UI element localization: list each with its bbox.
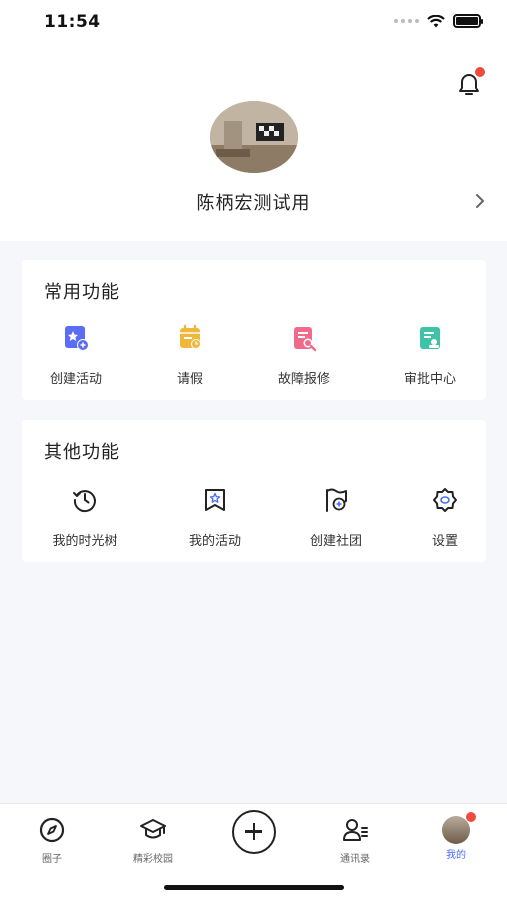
settings-icon	[433, 488, 457, 512]
item-label: 审批中心	[403, 372, 456, 387]
my-activity-icon	[205, 489, 225, 511]
create-club-icon	[326, 488, 347, 512]
create-activity-icon	[65, 326, 89, 351]
time-tree-icon	[73, 490, 96, 513]
create-club-button[interactable]: 创建社团	[286, 486, 386, 549]
tab-badge	[466, 812, 476, 822]
battery-icon	[453, 14, 483, 28]
tab-mine[interactable]: 我的	[416, 812, 496, 861]
status-time: 11:54	[44, 12, 101, 32]
add-button[interactable]	[232, 810, 276, 854]
my-activity-button[interactable]: 我的活动	[165, 486, 265, 549]
item-label: 故障报修	[277, 372, 330, 387]
card-title: 常用功能	[44, 282, 120, 303]
contacts-icon	[343, 819, 368, 841]
other-functions-card: 其他功能 我的时光树 我的活动 创建社团 设置	[22, 420, 486, 562]
repair-report-icon	[294, 327, 317, 352]
card-title: 其他功能	[44, 442, 120, 463]
common-functions-card: 常用功能 创建活动 请假 故障报修 审批中心	[22, 260, 486, 400]
notification-button[interactable]	[455, 67, 485, 98]
tab-campus[interactable]: 精彩校园	[113, 816, 193, 865]
tab-circle[interactable]: 圈子	[12, 816, 92, 865]
avatar-photo	[210, 101, 298, 173]
approval-center-icon	[420, 327, 440, 349]
leave-request-button[interactable]: 请假	[140, 324, 240, 387]
item-label: 我的活动	[188, 534, 241, 549]
tab-label: 圈子	[42, 854, 62, 865]
tab-label: 我的	[446, 850, 466, 861]
graduation-cap-icon	[140, 819, 166, 839]
tab-label: 通讯录	[340, 854, 370, 865]
approval-center-button[interactable]: 审批中心	[380, 324, 480, 387]
compass-icon	[39, 817, 65, 843]
time-tree-button[interactable]: 我的时光树	[35, 486, 135, 549]
avatar[interactable]	[210, 101, 298, 173]
chevron-right-icon[interactable]	[473, 192, 487, 210]
home-indicator	[164, 885, 344, 890]
leave-request-icon	[180, 324, 201, 349]
status-bar: 11:54	[0, 0, 507, 44]
item-label: 我的时光树	[52, 534, 118, 549]
item-label: 设置	[431, 534, 458, 549]
tab-contacts[interactable]: 通讯录	[315, 816, 395, 865]
repair-report-button[interactable]: 故障报修	[254, 324, 354, 387]
settings-button[interactable]: 设置	[395, 486, 495, 549]
status-indicators	[394, 14, 483, 28]
profile-header: 陈柄宏测试用	[0, 44, 507, 241]
notification-badge	[475, 67, 485, 77]
username[interactable]: 陈柄宏测试用	[0, 189, 507, 215]
avatar-icon	[442, 812, 476, 844]
signal-icon	[394, 19, 419, 23]
tab-label: 精彩校园	[133, 854, 173, 865]
item-label: 创建活动	[49, 372, 102, 387]
create-activity-button[interactable]: 创建活动	[26, 324, 126, 387]
item-label: 请假	[176, 372, 203, 387]
item-label: 创建社团	[309, 534, 362, 549]
wifi-icon	[427, 14, 445, 27]
